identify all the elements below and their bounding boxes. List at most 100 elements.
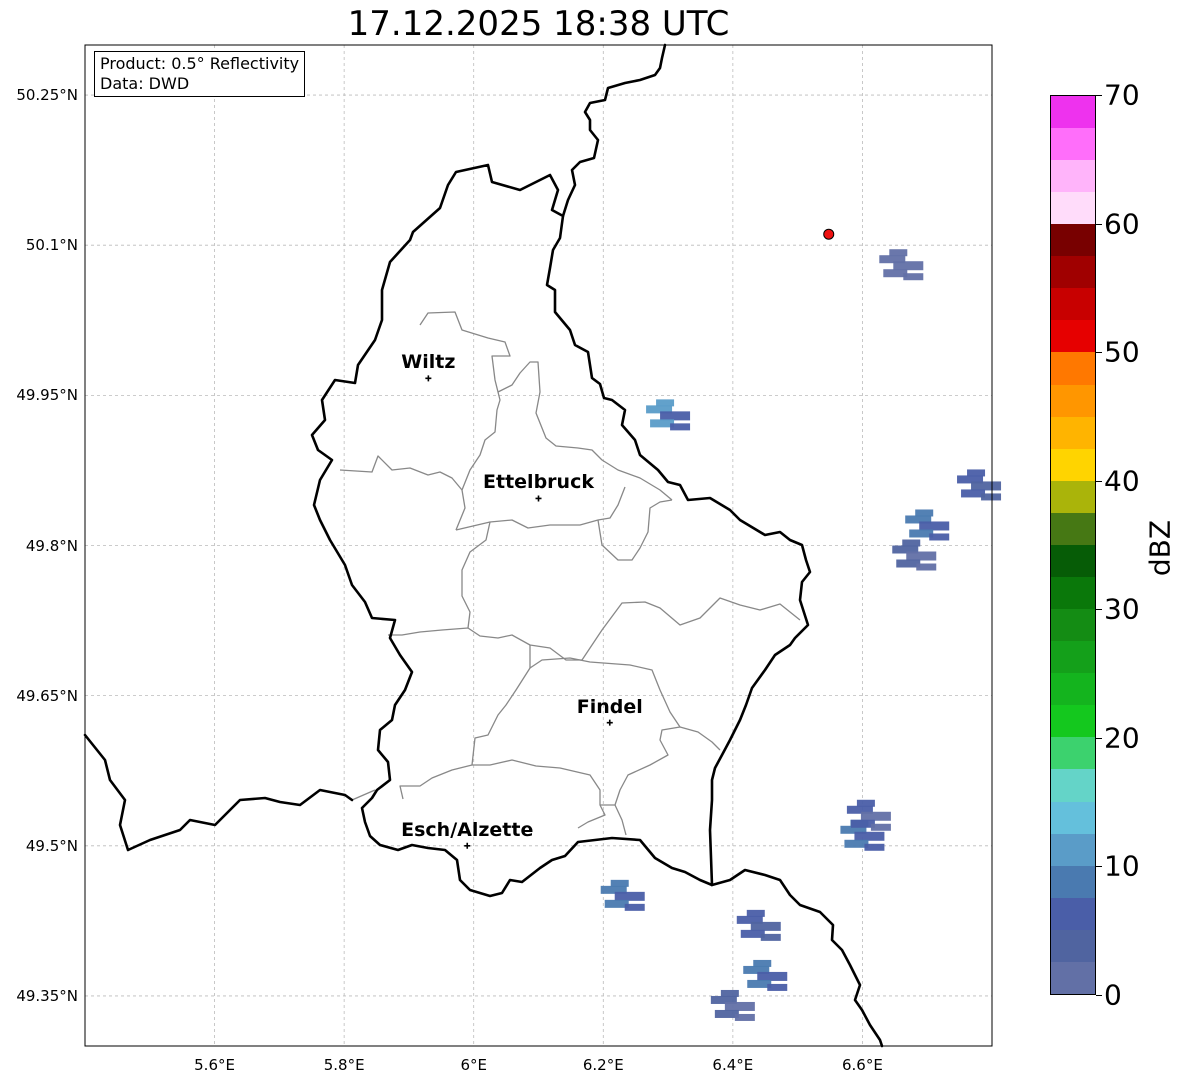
colorbar-segment (1051, 127, 1095, 160)
colorbar-segment (1051, 544, 1095, 577)
echo-pixel (614, 891, 645, 901)
colorbar-segment (1051, 192, 1095, 225)
echo-pixel (750, 921, 781, 931)
echo-pixel (624, 903, 645, 911)
colorbar-segment (1051, 609, 1095, 642)
lon-tick-label: 6.2°E (582, 1056, 624, 1074)
lat-tick-label: 49.95°N (16, 386, 78, 405)
info-box: Product: 0.5° Reflectivity Data: DWD (94, 51, 306, 97)
echo-pixel (903, 273, 924, 281)
echo-pixel (854, 831, 885, 841)
colorbar-segment (1051, 961, 1095, 994)
echo-pixel (929, 533, 950, 541)
colorbar-tick-mark (1096, 995, 1102, 996)
lon-tick-label: 5.8°E (323, 1056, 365, 1074)
colorbar-tick-label: 0 (1104, 978, 1122, 1012)
lon-tick-label: 5.6°E (194, 1056, 235, 1074)
colorbar-segment (1051, 448, 1095, 481)
city-label: Wiltz (401, 351, 456, 374)
colorbar (1050, 95, 1096, 995)
colorbar-segment (1051, 256, 1095, 289)
lat-tick-label: 49.35°N (16, 986, 78, 1005)
colorbar-segment (1051, 320, 1095, 353)
lat-tick-label: 50.25°N (16, 86, 78, 105)
colorbar-tick-mark (1096, 866, 1102, 868)
colorbar-tick-mark (1096, 95, 1102, 96)
colorbar-segment (1051, 737, 1095, 770)
colorbar-segment (1051, 897, 1095, 930)
colorbar-segment (1051, 480, 1095, 513)
colorbar-segment (1051, 384, 1095, 417)
colorbar-segment (1051, 416, 1095, 449)
echo-pixel (981, 493, 1002, 501)
echo-pixel (893, 261, 924, 271)
colorbar-tick-label: 20 (1104, 721, 1140, 755)
echo-pixel (889, 249, 908, 257)
echo-pixel (902, 539, 921, 547)
echo-pixel (870, 823, 891, 831)
colorbar-tick-label: 10 (1104, 849, 1140, 883)
colorbar-tick-mark (1096, 737, 1102, 739)
lon-tick-label: 6.4°E (712, 1056, 754, 1074)
product-text: Product: 0.5° Reflectivity (100, 54, 300, 73)
colorbar-segment (1051, 641, 1095, 674)
colorbar-tick-mark (1096, 609, 1102, 611)
radar-site-marker (823, 228, 835, 240)
lat-tick-label: 49.65°N (16, 686, 78, 705)
colorbar-tick-label: 60 (1104, 207, 1140, 241)
colorbar-tick-label: 70 (1104, 78, 1140, 112)
colorbar-segment (1051, 801, 1095, 834)
echo-pixel (864, 843, 885, 851)
lat-tick-label: 50.1°N (25, 236, 78, 255)
echo-pixel (760, 933, 781, 941)
colorbar-segment (1051, 769, 1095, 802)
colorbar-segment (1051, 929, 1095, 962)
colorbar-tick-mark (1096, 352, 1102, 354)
echo-pixel (916, 563, 937, 571)
echo-pixel (724, 1001, 755, 1011)
echo-pixel (967, 469, 986, 477)
echo-pixel (753, 959, 772, 967)
echo-pixel (860, 811, 891, 821)
data-source-text: Data: DWD (100, 74, 190, 93)
lat-tick-label: 49.8°N (25, 536, 78, 555)
colorbar-segment (1051, 352, 1095, 385)
city-label: Esch/Alzette (401, 818, 534, 841)
colorbar-segment (1051, 224, 1095, 257)
colorbar-segment (1051, 705, 1095, 738)
echo-pixel (656, 399, 675, 407)
lon-tick-label: 6°E (460, 1056, 487, 1074)
echo-pixel (610, 879, 629, 887)
echo-pixel (971, 481, 1002, 491)
colorbar-tick-mark (1096, 223, 1102, 225)
echo-pixel (919, 521, 950, 531)
colorbar-segment (1051, 159, 1095, 193)
colorbar-tick-label: 50 (1104, 335, 1140, 369)
colorbar-segment (1051, 512, 1095, 545)
colorbar-segment (1051, 865, 1095, 898)
echo-pixel (660, 411, 691, 421)
city-label: Findel (576, 695, 643, 718)
colorbar-tick-mark (1096, 480, 1102, 482)
colorbar-tick-label: 30 (1104, 592, 1140, 626)
city-label: Ettelbruck (483, 471, 594, 494)
lon-tick-label: 6.6°E (842, 1056, 883, 1074)
colorbar-segment (1051, 288, 1095, 321)
lat-tick-label: 49.5°N (25, 836, 78, 855)
colorbar-tick-label: 40 (1104, 464, 1140, 498)
colorbar-segment (1051, 673, 1095, 706)
colorbar-segment (1051, 833, 1095, 866)
echo-pixel (856, 799, 875, 807)
echo-pixel (746, 909, 765, 917)
echo-pixel (734, 1013, 755, 1021)
echo-pixel (757, 971, 788, 981)
echo-pixel (906, 551, 937, 561)
echo-pixel (767, 983, 788, 991)
colorbar-segment (1051, 95, 1095, 128)
colorbar-segment (1051, 576, 1095, 610)
echo-pixel (670, 423, 691, 431)
radar-map (83, 43, 1002, 1048)
colorbar-label: dBZ (1143, 519, 1177, 577)
echo-pixel (720, 989, 739, 997)
echo-pixel (915, 509, 934, 517)
